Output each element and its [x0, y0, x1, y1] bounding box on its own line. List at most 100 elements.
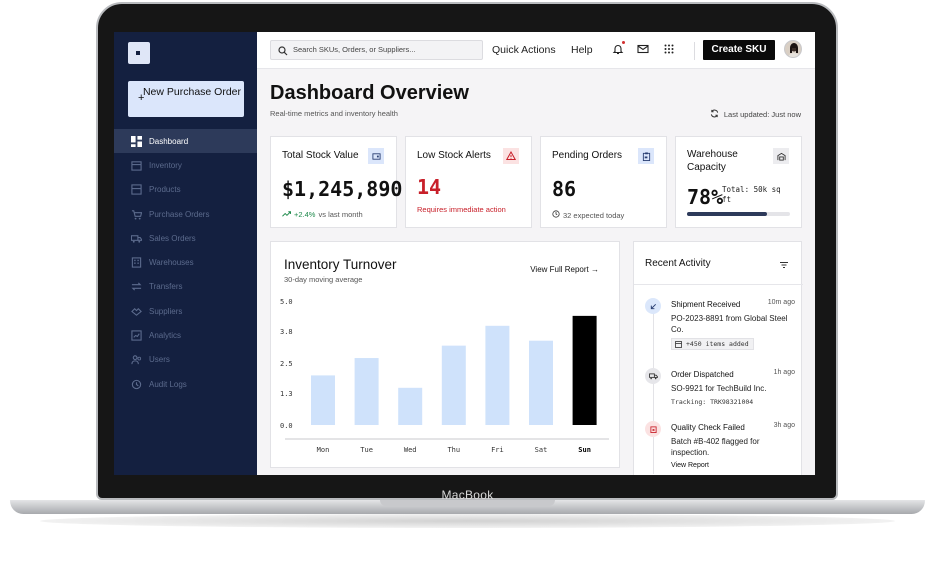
sidebar-item-label: Analytics — [149, 331, 182, 341]
sidebar-item-analytics[interactable]: Analytics — [114, 323, 257, 347]
user-avatar[interactable] — [784, 40, 802, 58]
x-tick-label: Tue — [360, 446, 373, 454]
transfer-icon — [130, 281, 142, 293]
kpi-delta-row: +2.4% vs last month — [282, 210, 363, 219]
sidebar-item-warehouses[interactable]: Warehouses — [114, 250, 257, 274]
app-logo[interactable] — [128, 42, 150, 64]
warehouse-icon — [773, 148, 789, 164]
activity-name: Quality Check Failed — [671, 423, 745, 432]
kpi-title: Low Stock Alerts — [417, 150, 491, 161]
timeline-line — [653, 304, 654, 474]
items-added-chip: +450 items added — [671, 338, 754, 350]
sidebar-item-label: Dashboard — [149, 136, 189, 146]
sidebar-item-inventory[interactable]: Inventory — [114, 153, 257, 177]
clock-icon — [552, 210, 560, 220]
sidebar-item-sales-orders[interactable]: Sales Orders — [114, 226, 257, 250]
inventory-icon — [130, 159, 142, 171]
kpi-card-low-stock[interactable]: Low Stock Alerts 14 Requires immediate a… — [405, 136, 532, 228]
help-link[interactable]: Help — [571, 44, 593, 56]
kpi-title: Pending Orders — [552, 150, 623, 161]
sidebar-item-label: Suppliers — [149, 306, 183, 316]
capacity-progress-fill — [687, 212, 768, 216]
y-tick-label: 2.5 — [280, 360, 293, 368]
refresh-icon — [710, 109, 719, 120]
notification-badge — [622, 41, 625, 44]
view-full-report-label: View Full Report — [530, 265, 589, 274]
device-label: MacBook — [441, 488, 494, 502]
bar-wed[interactable] — [398, 387, 423, 425]
activity-time: 1h ago — [773, 369, 795, 376]
y-tick-label: 5.0 — [280, 298, 293, 306]
arrow-down-left-icon — [645, 298, 661, 314]
kpi-value: 86 — [552, 177, 577, 201]
last-updated-text: Last updated: Just now — [723, 110, 801, 119]
sidebar-item-purchase-orders[interactable]: Purchase Orders — [114, 202, 257, 226]
products-icon — [130, 184, 142, 196]
search-input[interactable]: Search SKUs, Orders, or Suppliers... — [270, 40, 483, 60]
sidebar-item-label: Inventory — [149, 160, 182, 170]
top-bar: Search SKUs, Orders, or Suppliers... Qui… — [257, 32, 815, 69]
kpi-delta: +2.4% — [294, 210, 316, 219]
apps-grid-icon[interactable] — [663, 42, 675, 54]
view-report-link[interactable]: View Report — [671, 462, 709, 469]
box-icon — [675, 341, 682, 348]
kpi-card-warehouse-capacity[interactable]: Warehouse Capacity 78% Total: 50k sq ft — [675, 136, 802, 228]
sidebar-item-label: Users — [149, 355, 170, 365]
sidebar-item-users[interactable]: Users — [114, 348, 257, 372]
bar-sun[interactable] — [572, 315, 597, 425]
search-icon — [278, 45, 288, 56]
trend-up-icon — [282, 210, 291, 219]
sidebar-item-products[interactable]: Products — [114, 178, 257, 202]
activity-name: Shipment Received — [671, 300, 741, 309]
users-icon — [130, 354, 142, 366]
sidebar-item-suppliers[interactable]: Suppliers — [114, 299, 257, 323]
capacity-progress-track — [687, 212, 790, 216]
inventory-turnover-panel: 0.0 1.3 2.5 3.8 5.0 Mon Tue Wed Thu Fri Sat Sun Inv… — [270, 241, 620, 468]
recent-activity-panel: Recent Activity Shipment Received 10m ag… — [633, 241, 803, 475]
sidebar-item-transfers[interactable]: Transfers — [114, 275, 257, 299]
y-tick-label: 0.0 — [280, 422, 293, 430]
create-sku-button[interactable]: Create SKU — [703, 40, 775, 60]
bar-fri[interactable] — [485, 325, 510, 425]
view-full-report-link[interactable]: View Full Report → — [530, 265, 599, 274]
plus-icon: + — [138, 92, 145, 104]
chart-title: Inventory Turnover — [284, 257, 397, 272]
activity-title: Recent Activity — [645, 258, 711, 269]
laptop-shadow — [40, 514, 895, 528]
bar-mon[interactable] — [311, 375, 335, 425]
kpi-card-pending-orders[interactable]: Pending Orders 86 32 expected today — [540, 136, 667, 228]
new-purchase-order-label: New Purchase Order — [142, 86, 242, 98]
activity-name: Order Dispatched — [671, 370, 734, 379]
kpi-note: 32 expected today — [563, 210, 625, 220]
mail-icon[interactable] — [637, 42, 649, 54]
history-icon — [130, 378, 142, 390]
truck-icon — [130, 232, 142, 244]
new-purchase-order-button[interactable]: + New Purchase Order — [128, 81, 244, 117]
activity-time: 3h ago — [773, 422, 795, 429]
sidebar-item-label: Products — [149, 185, 181, 195]
filter-icon[interactable] — [779, 257, 789, 268]
sidebar-item-label: Purchase Orders — [149, 209, 210, 219]
search-placeholder: Search SKUs, Orders, or Suppliers... — [293, 45, 416, 54]
sidebar-item-dashboard[interactable]: Dashboard — [114, 129, 257, 154]
bar-tue[interactable] — [354, 358, 379, 425]
kpi-delta-note: vs last month — [318, 210, 363, 219]
kpi-title: Total Stock Value — [282, 150, 359, 161]
analytics-icon — [130, 330, 142, 342]
last-updated[interactable]: Last updated: Just now — [710, 109, 801, 120]
warning-icon — [503, 148, 519, 164]
sidebar-item-audit-logs[interactable]: Audit Logs — [114, 372, 257, 396]
page-title: Dashboard Overview — [270, 82, 469, 104]
handshake-icon — [130, 305, 142, 317]
building-icon — [130, 257, 142, 269]
kpi-card-stock-value[interactable]: Total Stock Value $1,245,890. +2.4% vs l… — [270, 136, 414, 228]
activity-divider — [634, 284, 803, 285]
bar-thu[interactable] — [441, 345, 466, 425]
quick-actions-link[interactable]: Quick Actions — [492, 44, 556, 56]
x-tick-label: Fri — [491, 446, 504, 454]
bar-sat[interactable] — [529, 340, 553, 425]
wallet-icon — [368, 148, 384, 164]
activity-desc: Batch #B-402 flagged for inspection. — [671, 437, 760, 457]
clipboard-x-icon — [645, 421, 661, 437]
cart-icon — [130, 208, 142, 220]
